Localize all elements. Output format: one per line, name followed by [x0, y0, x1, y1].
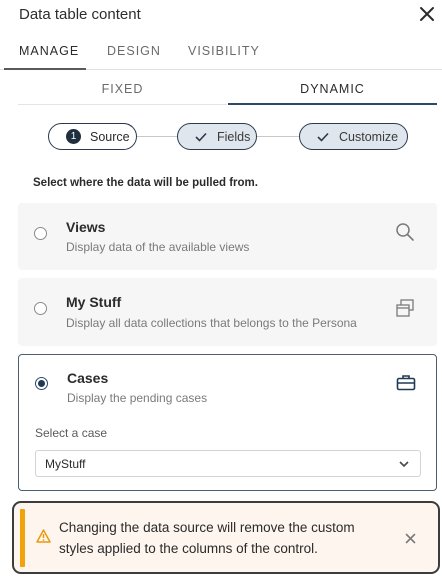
step-customize[interactable]: Customize: [299, 123, 408, 150]
stacked-windows-icon: [395, 298, 415, 323]
case-select[interactable]: MyStuff: [35, 450, 421, 477]
select-case-label: Select a case: [35, 426, 108, 440]
source-title: Cases: [67, 370, 109, 386]
radio-button-selected[interactable]: [35, 377, 48, 390]
source-instruction: Select where the data will be pulled fro…: [33, 177, 258, 189]
case-select-value: MyStuff: [45, 456, 86, 471]
tab-visibility[interactable]: VISIBILITY: [188, 44, 260, 58]
source-option-views[interactable]: Views Display data of the available view…: [18, 203, 437, 270]
close-icon: [405, 533, 416, 544]
close-icon: [420, 7, 434, 21]
radio-button[interactable]: [34, 302, 47, 315]
warning-notification: Changing the data source will remove the…: [12, 501, 440, 574]
checkmark-icon: [317, 132, 329, 142]
source-title: My Stuff: [66, 294, 122, 310]
search-icon: [395, 222, 415, 247]
source-description: Display the pending cases: [67, 391, 208, 405]
panel-header: Data table content: [0, 0, 442, 32]
source-title: Views: [66, 219, 106, 235]
briefcase-icon: [396, 374, 416, 397]
source-description: Display all data collections that belong…: [66, 316, 357, 330]
panel-title: Data table content: [19, 6, 141, 23]
tab-manage[interactable]: MANAGE: [19, 44, 79, 58]
main-tabs: MANAGE DESIGN VISIBILITY: [0, 38, 442, 70]
step-connector: [257, 136, 299, 137]
step-number: 1: [66, 129, 81, 144]
step-label: Source: [90, 129, 130, 144]
close-button[interactable]: [416, 3, 438, 25]
step-label: Customize: [339, 129, 399, 144]
step-connector: [137, 136, 177, 137]
source-description: Display data of the available views: [66, 240, 250, 254]
checkmark-icon: [195, 132, 207, 142]
step-fields[interactable]: Fields: [177, 123, 257, 150]
chevron-down-icon: [398, 458, 410, 473]
dismiss-button[interactable]: [405, 531, 416, 549]
source-option-my-stuff[interactable]: My Stuff Display all data collections th…: [18, 278, 437, 346]
tab-design[interactable]: DESIGN: [107, 44, 161, 58]
radio-button[interactable]: [34, 227, 47, 240]
wizard-stepper: 1 Source Fields Customize: [48, 123, 410, 151]
subtab-fixed[interactable]: FIXED: [18, 74, 227, 105]
source-mode-tabs: FIXED DYNAMIC: [18, 74, 437, 106]
active-tab-indicator: [4, 68, 86, 70]
warning-message: Changing the data source will remove the…: [59, 520, 355, 556]
subtab-dynamic[interactable]: DYNAMIC: [228, 74, 437, 105]
source-option-cases[interactable]: Cases Display the pending cases Select a…: [18, 354, 437, 491]
step-source[interactable]: 1 Source: [48, 123, 137, 150]
step-label: Fields: [217, 129, 251, 144]
warning-accent-bar: [20, 509, 25, 567]
warning-icon: [36, 529, 51, 548]
